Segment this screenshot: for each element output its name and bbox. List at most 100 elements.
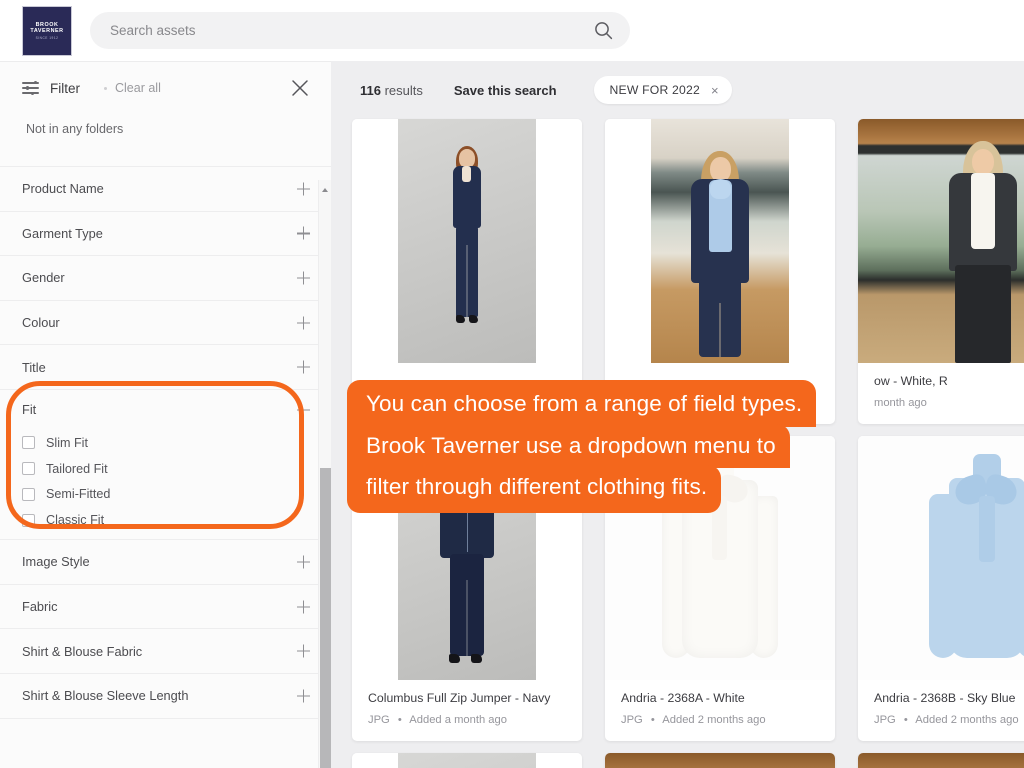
filter-group-label: Fabric	[22, 599, 58, 615]
filter-option-classic-fit[interactable]: Classic Fit	[0, 507, 331, 533]
asset-card[interactable]: Andria - 2368B - Sky Blue JPG • Added 2 …	[858, 436, 1024, 741]
scroll-up-arrow-icon[interactable]	[322, 188, 329, 192]
plus-icon[interactable]	[297, 644, 310, 658]
checkbox[interactable]	[22, 462, 35, 476]
logo-line-3: SINCE 1912	[35, 35, 59, 40]
asset-thumbnail[interactable]	[858, 753, 1024, 768]
app-root: BROOK TAVERNER SINCE 1912 Filter Clear a…	[0, 0, 1024, 768]
filter-option-tailored-fit[interactable]: Tailored Fit	[0, 456, 331, 482]
asset-image	[605, 436, 835, 680]
asset-image	[858, 753, 1024, 768]
active-filter-pill[interactable]: NEW FOR 2022 ×	[593, 76, 732, 104]
save-this-search-button[interactable]: Save this search	[454, 83, 557, 98]
sidebar-scrollbar[interactable]	[318, 180, 331, 768]
plus-icon[interactable]	[297, 600, 310, 614]
sidebar-scrollbar-thumb[interactable]	[320, 468, 331, 768]
asset-meta	[352, 363, 582, 398]
top-bar: BROOK TAVERNER SINCE 1912	[0, 0, 1024, 61]
plus-icon[interactable]	[297, 182, 310, 196]
clear-all-button[interactable]: Clear all	[115, 81, 161, 95]
asset-subtitle: JPG • Added 2 months ago	[874, 714, 1024, 726]
filter-group-product-name[interactable]: Product Name	[0, 166, 331, 211]
asset-meta: Andria - 2368B - Sky Blue JPG • Added 2 …	[858, 680, 1024, 741]
filter-group-shirt-blouse-sleeve-length[interactable]: Shirt & Blouse Sleeve Length	[0, 672, 331, 718]
asset-card[interactable]	[352, 119, 582, 424]
search-bar[interactable]	[90, 12, 630, 49]
checkbox[interactable]	[22, 513, 35, 527]
results-row	[352, 753, 1024, 768]
search-input[interactable]	[90, 23, 586, 38]
garment-illustration	[660, 454, 780, 664]
asset-thumbnail[interactable]	[605, 436, 835, 680]
meta-dot-separator: •	[650, 714, 655, 726]
filter-group-label: Image Style	[22, 554, 90, 570]
filter-group-title[interactable]: Title	[0, 344, 331, 389]
plus-icon[interactable]	[297, 316, 310, 330]
asset-thumbnail[interactable]	[858, 436, 1024, 680]
asset-card[interactable]	[605, 119, 835, 424]
asset-thumbnail[interactable]	[605, 119, 835, 363]
filter-option-semi-fitted[interactable]: Semi-Fitted	[0, 482, 331, 508]
filter-group-image-style[interactable]: Image Style	[0, 539, 331, 584]
asset-added: Added a month ago	[409, 714, 507, 726]
asset-title: Andria - 2368B - Sky Blue	[874, 691, 1016, 705]
asset-meta: Andria - 2368A - White JPG • Added 2 mon…	[605, 680, 835, 741]
plus-icon[interactable]	[297, 360, 310, 374]
asset-card[interactable]	[858, 753, 1024, 768]
asset-subtitle: JPG • Added 2 months ago	[621, 714, 819, 726]
meta-dot-separator: •	[397, 714, 402, 726]
close-icon[interactable]	[291, 79, 309, 97]
remove-filter-icon[interactable]: ×	[711, 84, 719, 97]
filter-group-gender[interactable]: Gender	[0, 255, 331, 300]
filter-group-label: Shirt & Blouse Fabric	[22, 643, 143, 659]
minus-icon[interactable]	[297, 403, 310, 416]
search-icon[interactable]	[586, 21, 620, 40]
results-count-label: results	[380, 82, 423, 98]
asset-card[interactable]: ow - White, R month ago	[858, 119, 1024, 424]
filter-group-shirt-blouse-fabric[interactable]: Shirt & Blouse Fabric	[0, 628, 331, 673]
asset-card[interactable]	[352, 753, 582, 768]
results-panel: 116 results Save this search NEW FOR 202…	[331, 61, 1024, 768]
asset-thumbnail[interactable]	[605, 753, 835, 768]
plus-icon[interactable]	[297, 555, 310, 569]
plus-icon[interactable]	[297, 226, 310, 240]
filter-option-slim-fit[interactable]: Slim Fit	[0, 430, 331, 456]
asset-image	[398, 436, 536, 680]
filter-group-garment-type[interactable]: Garment Type	[0, 210, 331, 256]
asset-card[interactable]: Columbus Full Zip Jumper - Navy JPG • Ad…	[352, 436, 582, 741]
asset-format: JPG	[874, 714, 896, 726]
filter-group-fit-header[interactable]: Fit	[0, 390, 331, 430]
asset-card[interactable]: Andria - 2368A - White JPG • Added 2 mon…	[605, 436, 835, 741]
filter-group-label: Colour	[22, 315, 60, 331]
plus-icon[interactable]	[297, 271, 310, 285]
filter-group-colour[interactable]: Colour	[0, 299, 331, 345]
filter-sidebar: Filter Clear all Not in any folders Prod…	[0, 61, 331, 768]
filter-group-label: Shirt & Blouse Sleeve Length	[22, 688, 189, 704]
asset-title: ow - White, R	[874, 374, 948, 388]
filter-group-label: Fit	[22, 402, 37, 418]
asset-title: Columbus Full Zip Jumper - Navy	[368, 691, 551, 705]
asset-subtitle: JPG • Added a month ago	[368, 714, 566, 726]
asset-meta	[605, 363, 835, 398]
asset-added: Added 2 months ago	[915, 714, 1019, 726]
figure-illustration	[445, 146, 489, 339]
asset-thumbnail[interactable]	[352, 753, 582, 768]
filter-scroll-area: Product Name Garment Type Gender Colour …	[0, 166, 331, 768]
asset-thumbnail[interactable]	[352, 436, 582, 680]
checkbox[interactable]	[22, 436, 35, 450]
filter-group-trailing-divider	[0, 717, 331, 763]
checkbox[interactable]	[22, 487, 35, 501]
filter-option-label: Tailored Fit	[46, 461, 108, 476]
asset-thumbnail[interactable]	[352, 119, 582, 363]
asset-meta: ow - White, R month ago	[858, 363, 1024, 424]
filter-option-label: Classic Fit	[46, 513, 105, 528]
results-grid: ow - White, R month ago Columbus Full Zi…	[352, 119, 1024, 768]
asset-thumbnail[interactable]	[858, 119, 1024, 363]
plus-icon[interactable]	[297, 689, 310, 703]
filter-group-fabric[interactable]: Fabric	[0, 583, 331, 629]
brand-logo[interactable]: BROOK TAVERNER SINCE 1912	[22, 6, 72, 56]
filter-option-label: Semi-Fitted	[46, 487, 111, 502]
asset-card[interactable]	[605, 753, 835, 768]
asset-format: JPG	[368, 714, 390, 726]
not-in-any-folders-item[interactable]: Not in any folders	[0, 114, 331, 144]
